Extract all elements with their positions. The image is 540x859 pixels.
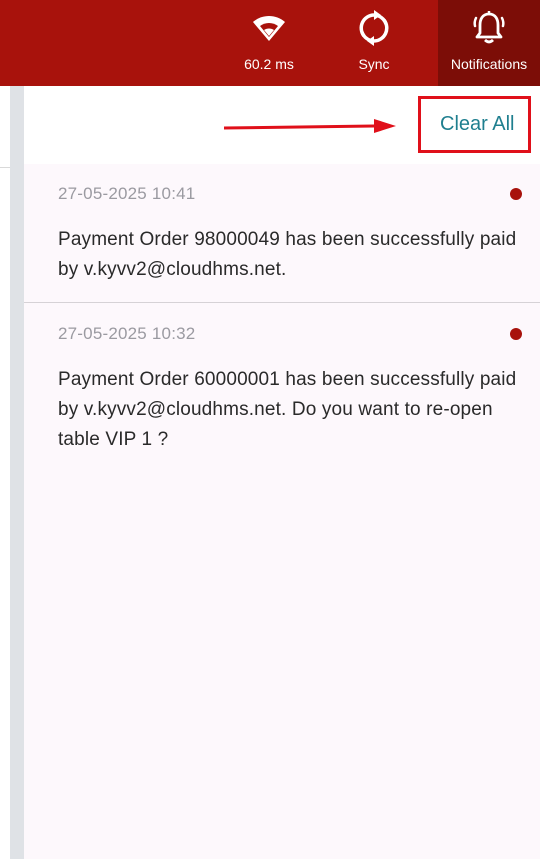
unread-dot-icon [510, 328, 522, 340]
notifications-tab[interactable]: Notifications [438, 0, 540, 86]
notification-item[interactable]: 27-05-2025 10:41 Payment Order 98000049 … [24, 166, 540, 302]
notification-item[interactable]: 27-05-2025 10:32 Payment Order 60000001 … [24, 303, 540, 473]
sync-button[interactable]: Sync [343, 0, 405, 86]
clear-all-button[interactable]: Clear All [440, 113, 514, 136]
background-page [0, 86, 10, 859]
network-status[interactable]: 60.2 ms [228, 0, 310, 86]
panel-scroll-gutter [10, 86, 24, 859]
wifi-icon [253, 16, 285, 41]
notification-message: Payment Order 98000049 has been successf… [58, 229, 517, 280]
sync-icon [359, 10, 389, 46]
notifications-label: Notifications [450, 56, 528, 72]
unread-dot-icon [510, 188, 522, 200]
annotation-arrow [224, 119, 396, 133]
bell-alert-icon [473, 11, 505, 44]
top-bar: 60.2 ms Sync Notifications [0, 0, 540, 86]
notification-message: Payment Order 60000001 has been successf… [58, 369, 517, 450]
notification-timestamp: 27-05-2025 10:32 [58, 324, 196, 343]
sync-label: Sync [358, 56, 390, 72]
latency-label: 60.2 ms [244, 56, 294, 72]
background-divider [0, 167, 10, 168]
notification-timestamp: 27-05-2025 10:41 [58, 184, 196, 203]
